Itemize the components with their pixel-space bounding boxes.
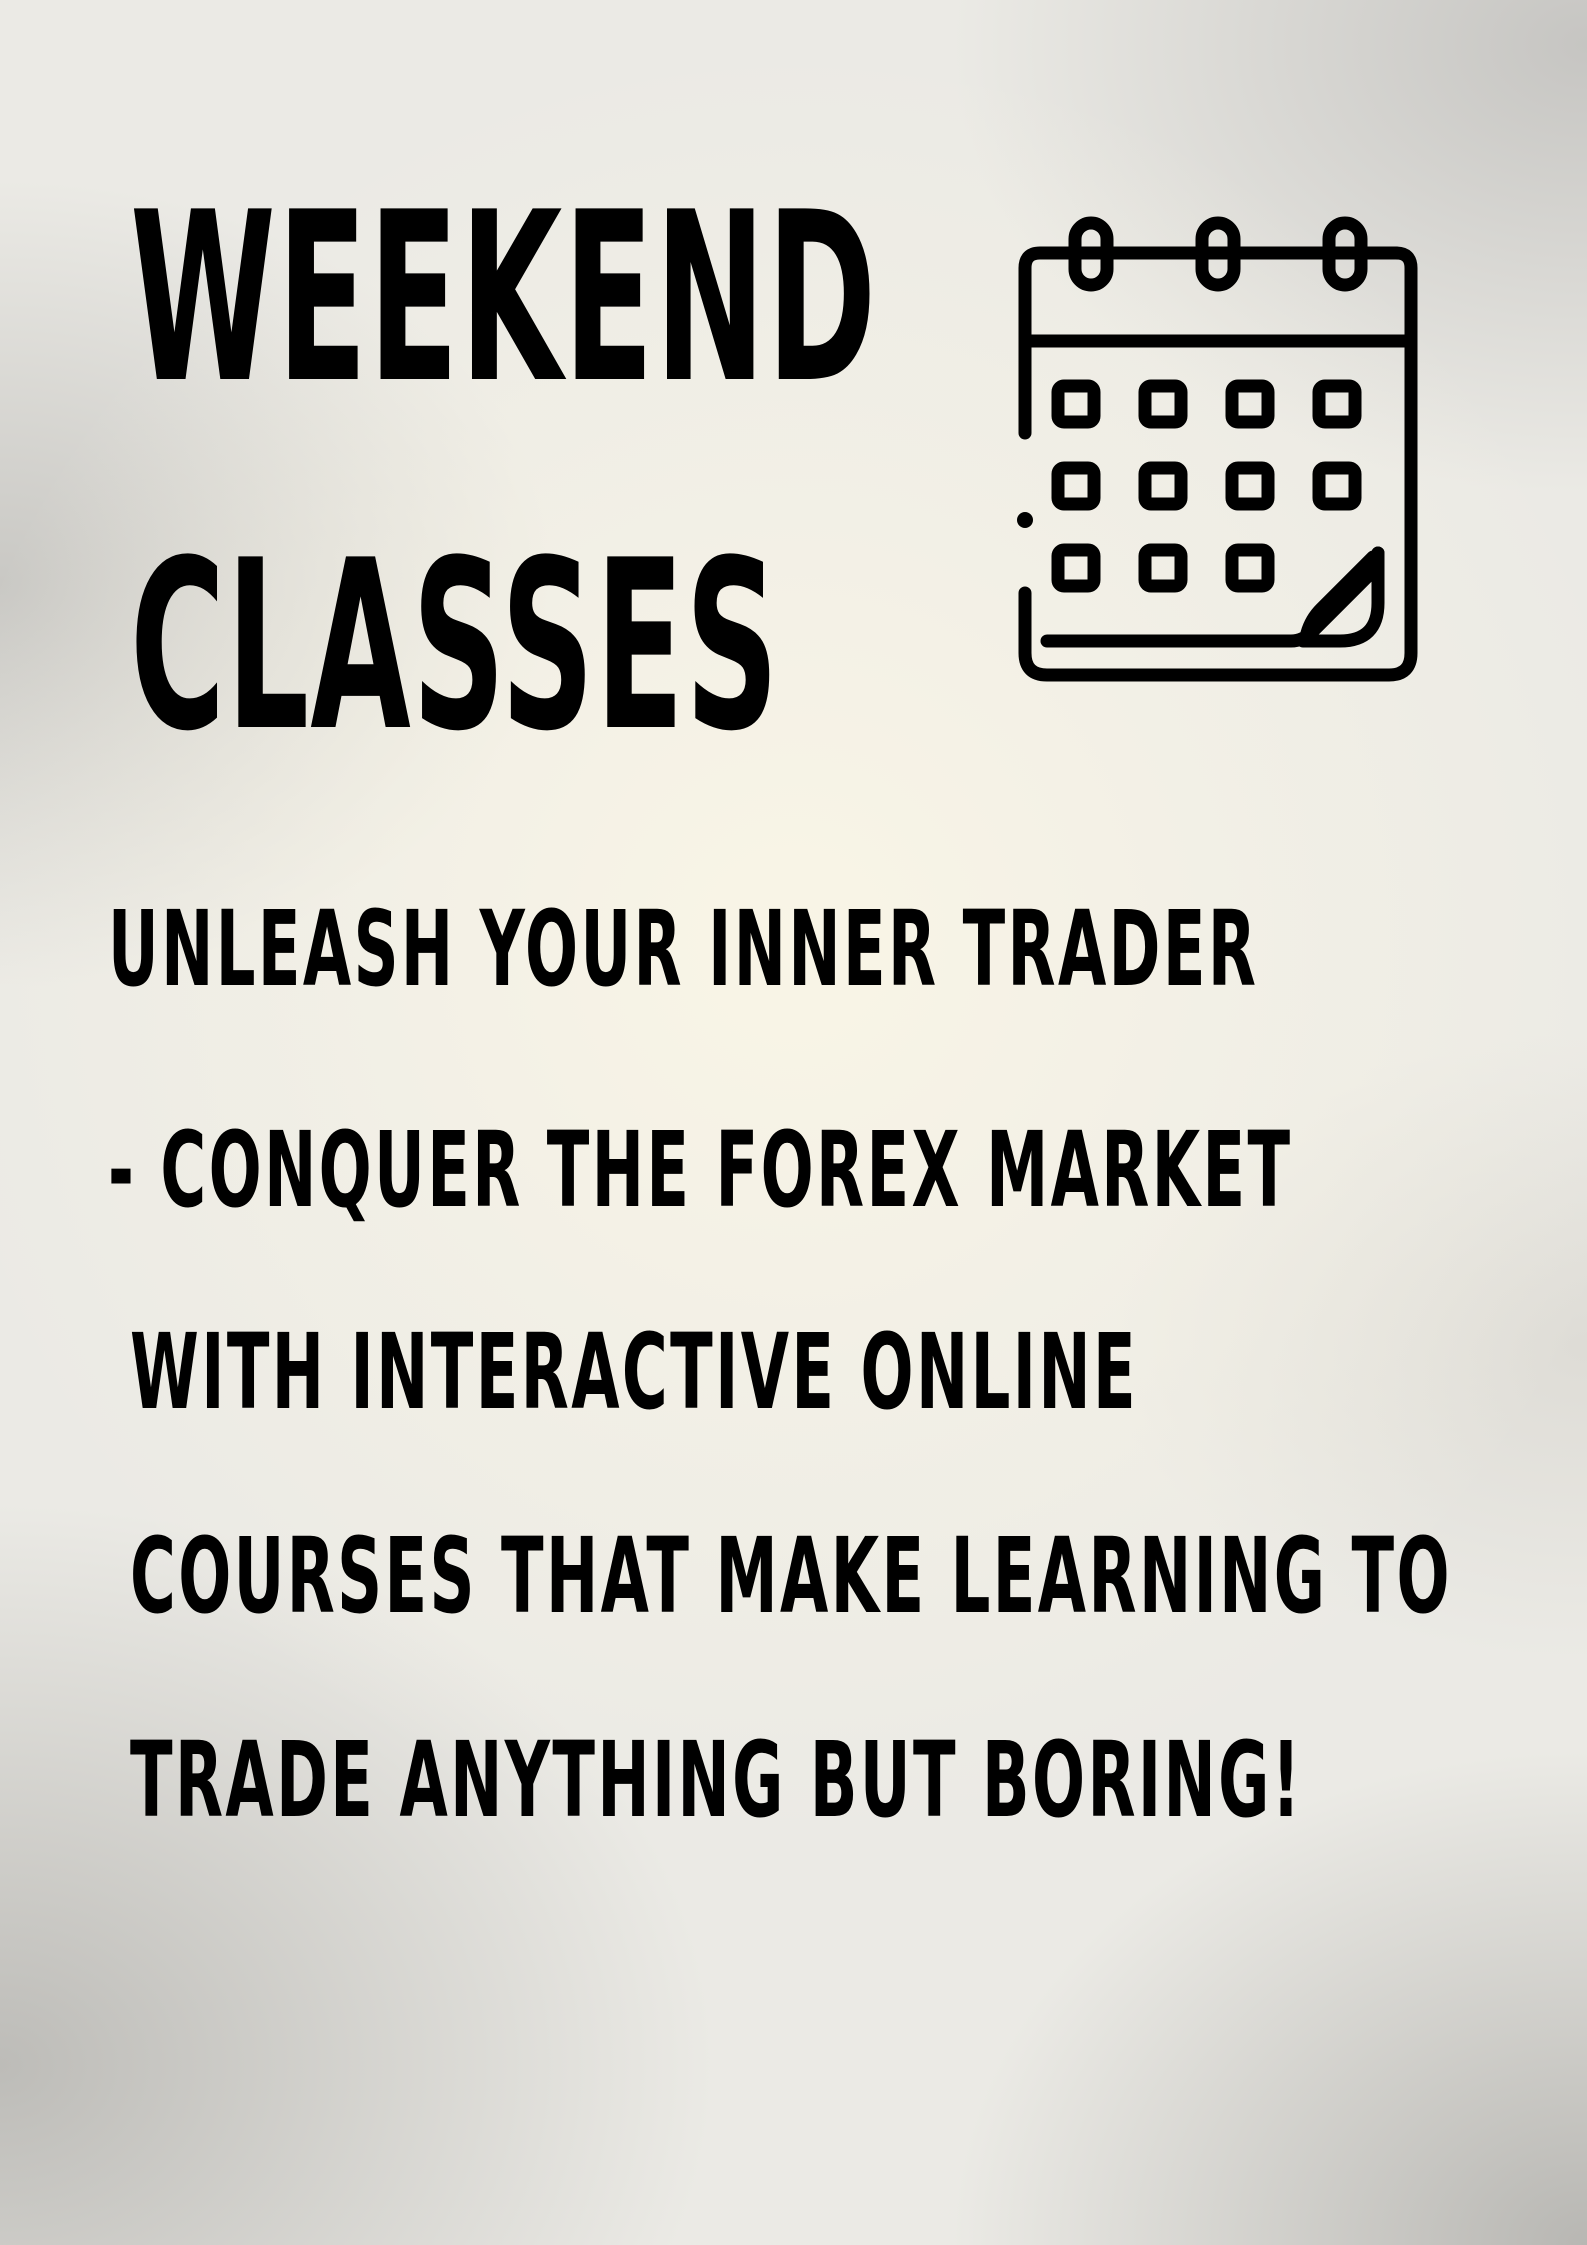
body-line-1: UNLEASH YOUR INNER TRADER — [108, 888, 1259, 1010]
body-line-2: - CONQUER THE FOREX MARKET — [108, 1109, 1293, 1231]
headline-line-1: WEEKEND — [130, 163, 878, 435]
body-line-3: WITH INTERACTIVE ONLINE — [130, 1311, 1139, 1433]
calendar-icon — [1017, 216, 1418, 682]
body-line-4: COURSES THAT MAKE LEARNING TO — [130, 1515, 1452, 1637]
body-line-5: TRADE ANYTHING BUT BORING! — [130, 1719, 1303, 1841]
headline-line-2: CLASSES — [130, 511, 780, 783]
